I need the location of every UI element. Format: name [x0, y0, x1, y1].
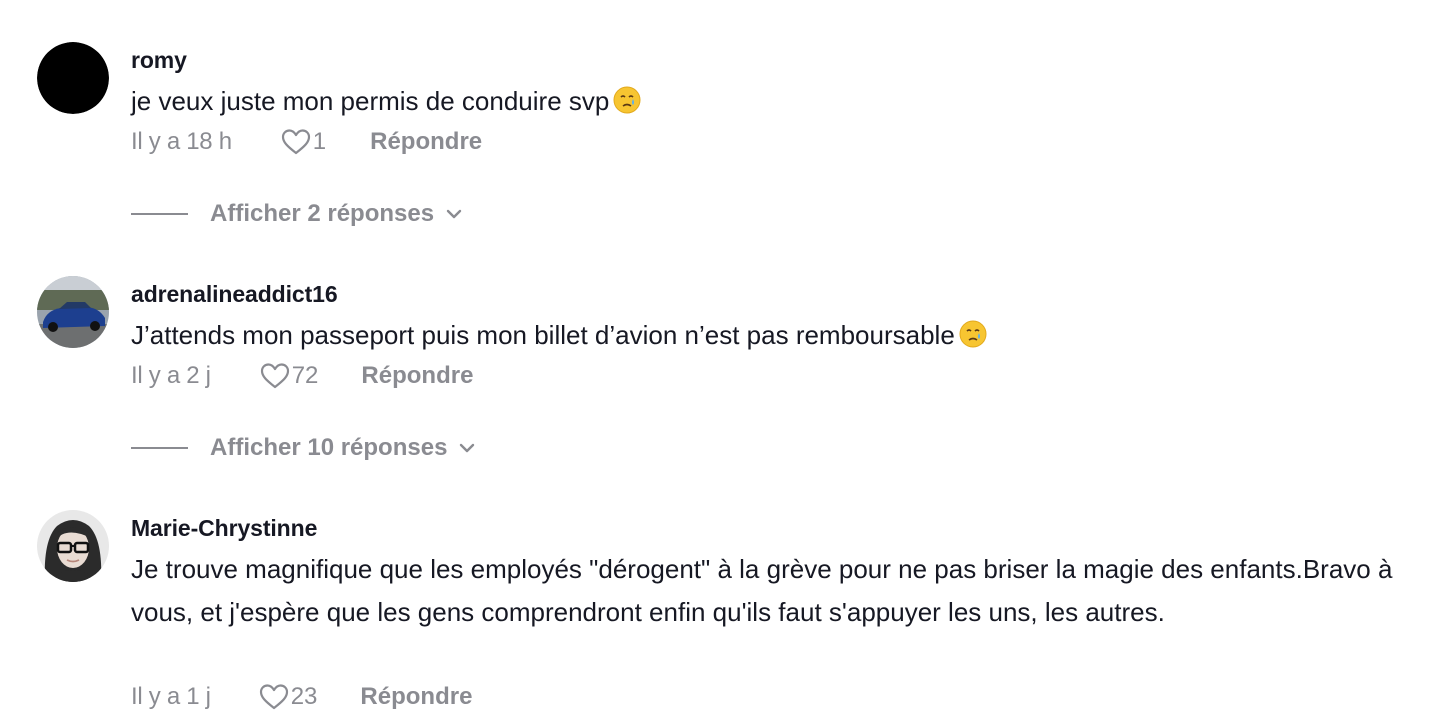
reply-button[interactable]: Répondre [370, 128, 482, 156]
like-button[interactable]: 1 [281, 128, 326, 156]
comment-text: je veux juste mon permis de conduire svp [131, 80, 1441, 127]
comment-text: Je trouve magnifique que les employés "d… [131, 554, 1393, 627]
reply-button[interactable]: Répondre [361, 362, 473, 390]
comment-username[interactable]: romy [131, 47, 187, 74]
reply-button[interactable]: Répondre [360, 683, 472, 711]
view-replies-label: Afficher 2 réponses [210, 200, 435, 227]
comment-username[interactable]: Marie-Chrystinne [131, 515, 317, 542]
avatar[interactable] [37, 42, 109, 114]
comment-text-content: J’attends mon passeport puis mon billet … [131, 320, 955, 350]
crying-face-emoji [959, 318, 987, 361]
heart-outline-icon [260, 362, 290, 390]
comment-meta: Il y a 18 h 1 Répondre [131, 127, 482, 157]
avatar[interactable] [37, 276, 109, 348]
like-button[interactable]: 72 [260, 362, 319, 390]
comment-time: Il y a 2 j [131, 362, 211, 389]
view-replies-button[interactable]: Afficher 2 réponses [131, 199, 462, 229]
avatar[interactable] [37, 510, 109, 582]
comment-time: Il y a 1 j [131, 683, 211, 710]
crying-face-emoji [613, 84, 641, 127]
view-replies-button[interactable]: Afficher 10 réponses [131, 433, 475, 463]
comment-time: Il y a 18 h [131, 128, 232, 155]
like-count: 72 [291, 362, 319, 389]
chevron-down-icon [446, 209, 462, 219]
heart-outline-icon [259, 683, 289, 711]
comment-text-content: je veux juste mon permis de conduire svp [131, 86, 610, 116]
comment-meta: Il y a 2 j 72 Répondre [131, 361, 473, 391]
comment-username[interactable]: adrenalineaddict16 [131, 281, 338, 308]
like-count: 23 [290, 683, 318, 710]
divider-line [131, 447, 188, 449]
like-count: 1 [312, 128, 327, 155]
chevron-down-icon [459, 443, 475, 453]
heart-outline-icon [281, 128, 311, 156]
comment-text: J’attends mon passeport puis mon billet … [131, 314, 1441, 361]
divider-line [131, 213, 188, 215]
view-replies-label: Afficher 10 réponses [210, 434, 448, 461]
comment-meta: Il y a 1 j 23 Répondre [131, 682, 472, 712]
like-button[interactable]: 23 [259, 683, 318, 711]
